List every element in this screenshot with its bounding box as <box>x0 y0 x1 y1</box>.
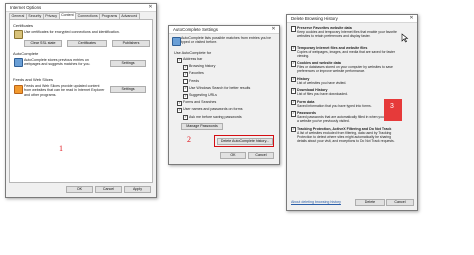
close-icon[interactable]: ✕ <box>270 26 277 33</box>
delete-option-description: Keep cookies and temporary Internet file… <box>297 30 397 39</box>
autocomplete-settings-title: AutoComplete Settings <box>173 27 218 32</box>
delete-option-description: List of websites you have visited. <box>297 80 347 85</box>
certificates-button[interactable]: Certificates <box>67 40 107 47</box>
autocomplete-option-label: Feeds <box>189 78 199 83</box>
delete-option-description: A list of websites excluded from filteri… <box>297 130 395 143</box>
delete-option-description: List of files you have downloaded. <box>297 92 348 97</box>
autocomplete-option-checkbox[interactable] <box>183 79 189 85</box>
autocomplete-option-label: Address bar <box>183 57 203 61</box>
autocomplete-option-checkbox[interactable]: ✓ <box>177 100 183 107</box>
apply-button[interactable]: Apply <box>124 186 151 193</box>
internet-options-window: Internet Options ✕ General Security Priv… <box>5 3 157 198</box>
delete-option-checkbox[interactable]: ✓ <box>291 76 297 83</box>
autocomplete-description: AutoComplete stores previous entries on … <box>24 58 91 67</box>
certificates-description: Use certificates for encrypted connectio… <box>24 30 120 34</box>
clear-ssl-state-button[interactable]: Clear SSL state <box>24 40 62 47</box>
content-tab-panel: Certificates Use certificates for encryp… <box>9 19 153 183</box>
autocomplete-settings-button[interactable]: Settings <box>110 60 146 67</box>
delete-option-checkbox[interactable]: ✓ <box>291 126 297 133</box>
autocomplete-icon <box>14 58 23 67</box>
certificates-heading: Certificates <box>13 23 34 28</box>
autocomplete-option-checkbox[interactable]: ✓ <box>177 107 183 114</box>
autocomplete-heading: AutoComplete <box>13 51 39 56</box>
feeds-heading: Feeds and Web Slices <box>13 77 53 82</box>
internet-options-title: Internet Options <box>10 5 42 10</box>
publishers-button[interactable]: Publishers <box>112 40 150 47</box>
autocomplete-option-checkbox[interactable]: ✓ <box>183 115 189 121</box>
delete-option-description: Copies of webpages, images, and media th… <box>297 49 396 58</box>
autocomplete-settings-description: AutoComplete lists possible matches from… <box>181 36 271 45</box>
delete-option-checkbox[interactable]: ✓ <box>291 88 297 94</box>
ok-button[interactable]: OK <box>66 186 93 193</box>
delete-button[interactable]: Delete <box>355 199 385 206</box>
autocomplete-option-checkbox[interactable]: ✓ <box>177 57 183 63</box>
feeds-icon <box>14 85 23 94</box>
autocomplete-option-checkbox[interactable]: ✓ <box>183 86 189 92</box>
autocomplete-option-label: Browsing history <box>189 64 216 69</box>
about-deleting-history-link[interactable]: About deleting browsing history <box>291 200 341 204</box>
autocomplete-option-label: Use Windows Search for better results <box>189 85 251 90</box>
delete-browsing-history-titlebar: Delete Browsing History ✕ <box>287 15 417 23</box>
use-autocomplete-for-label: Use AutoComplete for <box>174 51 212 55</box>
ok-button[interactable]: OK <box>220 152 246 159</box>
autocomplete-option-label: Favorites <box>189 71 204 76</box>
autocomplete-option-checkbox[interactable]: ✓ <box>183 64 189 71</box>
delete-option-checkbox[interactable]: ✓ <box>291 111 297 117</box>
delete-history-highlight <box>214 135 274 147</box>
close-icon[interactable]: ✕ <box>147 4 154 11</box>
delete-option-checkbox[interactable] <box>291 26 297 32</box>
delete-option-checkbox[interactable]: ✓ <box>291 45 297 52</box>
step-marker-1: 1 <box>59 144 63 153</box>
delete-option-checkbox[interactable]: ✓ <box>291 61 297 67</box>
step-marker-3: 3 <box>390 103 394 110</box>
autocomplete-icon <box>172 37 181 46</box>
certificate-icon <box>14 30 23 39</box>
cancel-button[interactable]: Cancel <box>248 152 274 159</box>
feeds-description: Feeds and Web Slices provide updated con… <box>24 84 105 97</box>
step-marker-2: 2 <box>187 135 191 144</box>
autocomplete-option-checkbox[interactable]: ✓ <box>183 71 189 78</box>
autocomplete-settings-titlebar: AutoComplete Settings ✕ <box>169 26 279 34</box>
autocomplete-option-checkbox[interactable]: ✓ <box>183 93 189 99</box>
mouse-cursor-icon <box>401 33 409 43</box>
autocomplete-option-label: User names and passwords on forms <box>183 107 243 112</box>
delete-browsing-history-title: Delete Browsing History <box>291 16 338 21</box>
autocomplete-settings-window: AutoComplete Settings ✕ AutoComplete lis… <box>168 25 280 165</box>
autocomplete-option-label: Ask me before saving passwords <box>189 114 242 119</box>
manage-passwords-button[interactable]: Manage Passwords <box>181 123 223 130</box>
autocomplete-option-label: Forms and Searches <box>183 100 217 105</box>
feeds-settings-button[interactable]: Settings <box>110 86 146 93</box>
delete-option-checkbox[interactable]: ✓ <box>291 99 297 106</box>
close-icon[interactable]: ✕ <box>408 15 415 22</box>
autocomplete-option-label: Suggesting URLs <box>189 93 217 97</box>
cancel-button[interactable]: Cancel <box>95 186 122 193</box>
internet-options-titlebar: Internet Options ✕ <box>6 4 156 12</box>
delete-option-description: Files or databases stored on your comput… <box>297 65 393 74</box>
cancel-button[interactable]: Cancel <box>386 199 414 206</box>
